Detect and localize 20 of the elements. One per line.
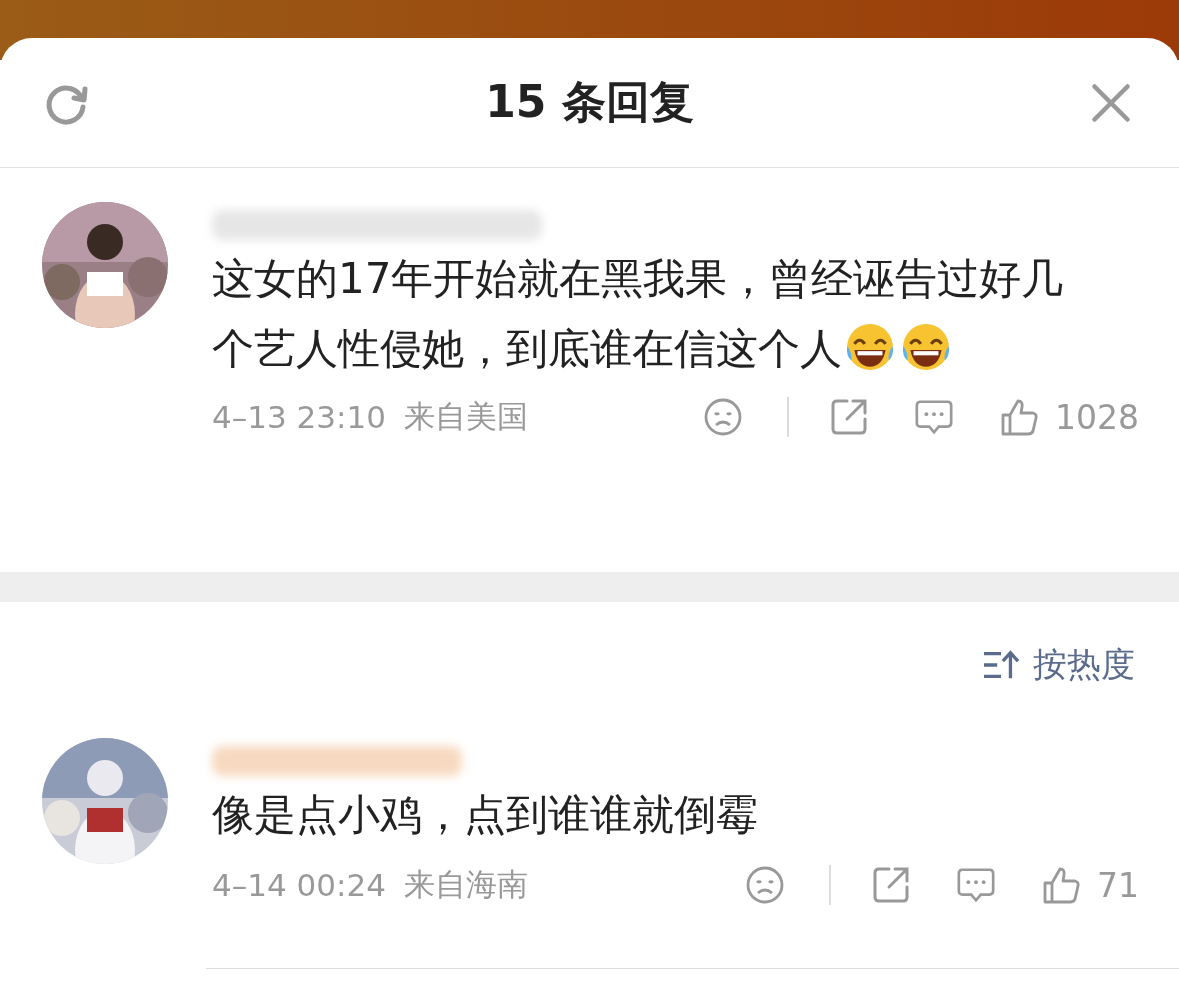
comment-location: 来自美国 (403, 397, 528, 436)
comment-time: 4–13 23:10 (212, 399, 386, 435)
thumbs-up-icon (999, 397, 1039, 437)
sad-face-icon[interactable] (745, 865, 785, 905)
comment-location: 来自海南 (403, 865, 528, 904)
laughing-emoji-icon (844, 321, 896, 373)
share-icon[interactable] (787, 397, 869, 437)
thumbs-up-icon (1041, 865, 1081, 905)
comment-time: 4–14 00:24 (212, 867, 386, 903)
header-title: 15 条回复 (485, 75, 694, 129)
comment-text: 这女的17年开始就在黑我果，曾经诬告过好几个艺人性侵她，到底谁在信这个人 (212, 253, 1065, 375)
like-button[interactable]: 1028 (999, 397, 1139, 437)
laughing-emoji-icon (900, 321, 952, 373)
sort-button[interactable]: 按热度 (981, 642, 1135, 688)
comment-text: 像是点小鸡，点到谁谁就倒霉 (212, 789, 759, 841)
share-icon[interactable] (829, 865, 911, 905)
sad-face-icon[interactable] (703, 397, 743, 437)
like-button[interactable]: 71 (1041, 865, 1139, 905)
comment-icon[interactable] (955, 865, 997, 905)
comment-icon[interactable] (913, 397, 955, 437)
